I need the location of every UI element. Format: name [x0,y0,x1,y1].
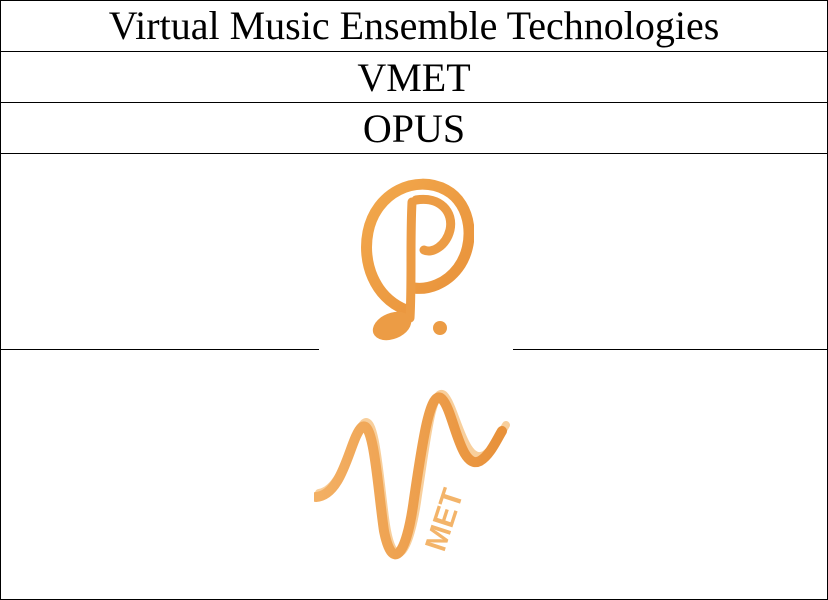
opus-logo-icon [361,178,474,341]
table-row-opus: OPUS [1,104,827,154]
opus-text: OPUS [362,105,466,151]
document-table: Virtual Music Ensemble Technologies VMET… [0,0,828,600]
table-row-full-name: Virtual Music Ensemble Technologies [1,1,827,52]
vmet-logo-icon: MET [314,389,510,559]
full-name-text: Virtual Music Ensemble Technologies [108,3,720,48]
table-row-opus-logo [1,155,827,349]
table-row-vmet-logo: MET [1,350,827,599]
vmet-logo-text: MET [419,484,470,554]
acronym-text: VMET [357,54,471,100]
table-row-acronym: VMET [1,53,827,103]
